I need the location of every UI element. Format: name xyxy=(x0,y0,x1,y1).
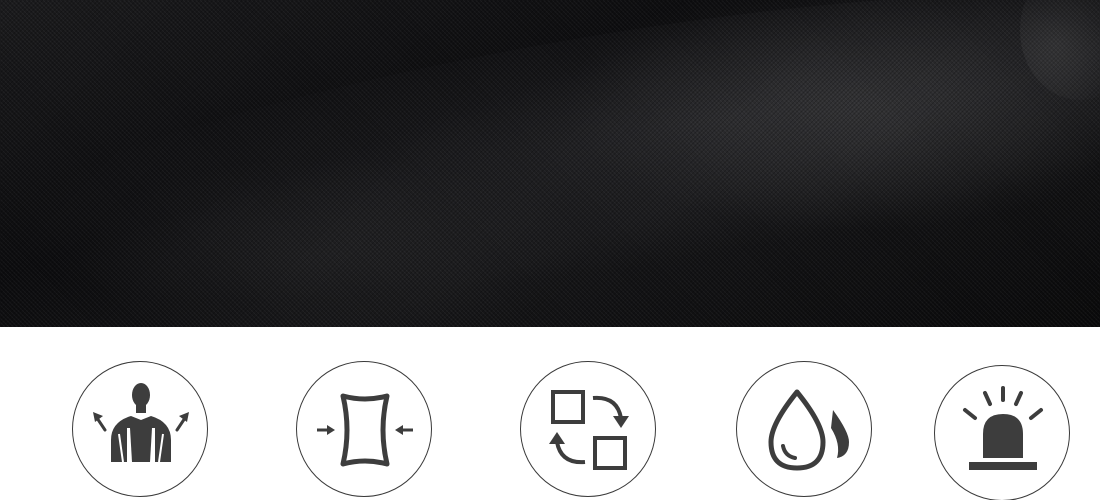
swap-convertible-icon xyxy=(549,390,629,470)
feature-shoulder-relief xyxy=(72,361,208,497)
water-resistant-icon xyxy=(768,389,849,471)
feature-compression-padding xyxy=(296,361,432,497)
shoulder-relief-icon xyxy=(93,383,189,463)
feature-water-resistant xyxy=(736,361,872,497)
feature-alarm-beacon xyxy=(934,365,1070,500)
product-feature-banner xyxy=(0,0,1100,500)
feature-icon-row xyxy=(0,327,1100,500)
alarm-beacon-icon xyxy=(963,386,1043,470)
fabric-texture-image xyxy=(0,0,1100,327)
compression-padding-icon xyxy=(317,393,413,467)
feature-swap-convertible xyxy=(520,361,656,497)
